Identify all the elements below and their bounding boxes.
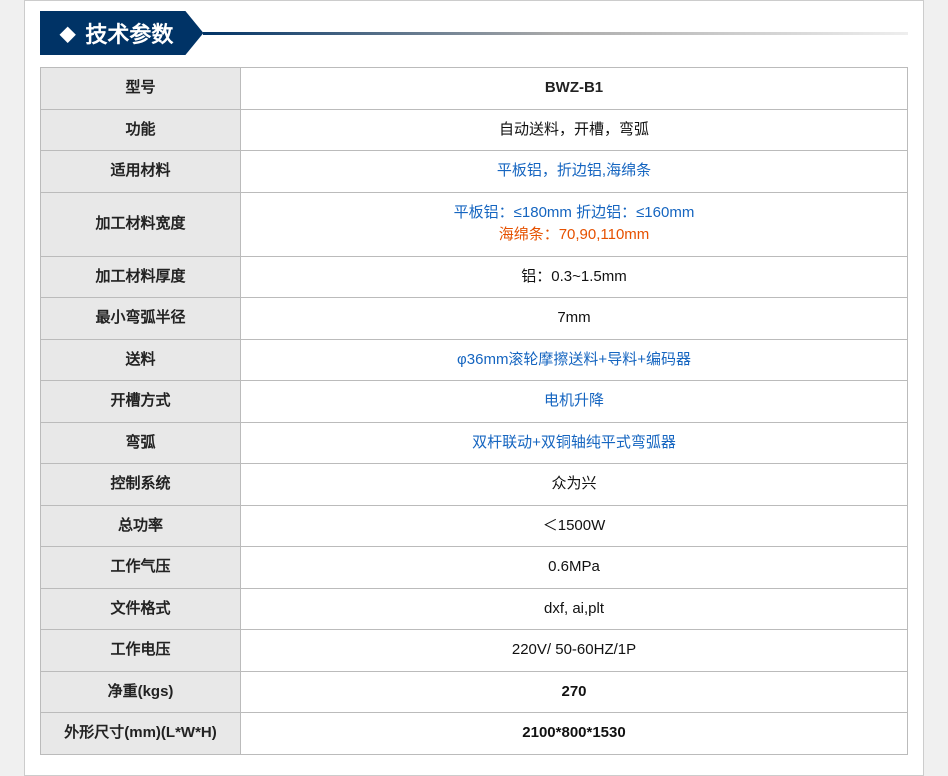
header-line — [203, 32, 908, 35]
table-row: 功能自动送料，开槽，弯弧 — [41, 109, 908, 151]
main-container: ◆ 技术参数 型号BWZ-B1功能自动送料，开槽，弯弧适用材料平板铝，折边铝,海… — [24, 0, 924, 776]
table-row: 最小弯弧半径7mm — [41, 298, 908, 340]
table-row: 净重(kgs)270 — [41, 671, 908, 713]
table-row: 型号BWZ-B1 — [41, 68, 908, 110]
row-label: 送料 — [41, 339, 241, 381]
row-label: 外形尺寸(mm)(L*W*H) — [41, 713, 241, 755]
table-row: 外形尺寸(mm)(L*W*H)2100*800*1530 — [41, 713, 908, 755]
row-label: 工作电压 — [41, 630, 241, 672]
table-row: 文件格式dxf, ai,plt — [41, 588, 908, 630]
row-value: 270 — [241, 671, 908, 713]
row-value: ＜1500W — [241, 505, 908, 547]
title-icon: ◆ — [60, 21, 75, 46]
row-value: 双杆联动+双铜轴纯平式弯弧器 — [241, 422, 908, 464]
row-value: BWZ-B1 — [241, 68, 908, 110]
table-row: 控制系统众为兴 — [41, 464, 908, 506]
specs-table: 型号BWZ-B1功能自动送料，开槽，弯弧适用材料平板铝，折边铝,海绵条加工材料宽… — [40, 67, 908, 755]
row-label: 开槽方式 — [41, 381, 241, 423]
row-value: 7mm — [241, 298, 908, 340]
table-row: 总功率＜1500W — [41, 505, 908, 547]
table-row: 工作气压0.6MPa — [41, 547, 908, 589]
row-label: 功能 — [41, 109, 241, 151]
row-value: 铝：0.3~1.5mm — [241, 256, 908, 298]
table-row: 适用材料平板铝，折边铝,海绵条 — [41, 151, 908, 193]
table-row: 加工材料厚度铝：0.3~1.5mm — [41, 256, 908, 298]
row-value: dxf, ai,plt — [241, 588, 908, 630]
row-value: 电机升降 — [241, 381, 908, 423]
row-value: 众为兴 — [241, 464, 908, 506]
row-label: 加工材料厚度 — [41, 256, 241, 298]
title-banner: ◆ 技术参数 — [40, 11, 203, 55]
table-row: 加工材料宽度平板铝：≤180mm 折边铝：≤160mm海绵条：70,90,110… — [41, 192, 908, 256]
row-value: 平板铝，折边铝,海绵条 — [241, 151, 908, 193]
row-label: 型号 — [41, 68, 241, 110]
row-label: 适用材料 — [41, 151, 241, 193]
row-value: 自动送料，开槽，弯弧 — [241, 109, 908, 151]
table-row: 开槽方式电机升降 — [41, 381, 908, 423]
row-value: 220V/ 50-60HZ/1P — [241, 630, 908, 672]
row-value: 0.6MPa — [241, 547, 908, 589]
row-value: 2100*800*1530 — [241, 713, 908, 755]
row-label: 弯弧 — [41, 422, 241, 464]
row-label: 工作气压 — [41, 547, 241, 589]
table-row: 弯弧双杆联动+双铜轴纯平式弯弧器 — [41, 422, 908, 464]
row-value: φ36mm滚轮摩擦送料+导料+编码器 — [241, 339, 908, 381]
table-row: 送料φ36mm滚轮摩擦送料+导料+编码器 — [41, 339, 908, 381]
table-row: 工作电压220V/ 50-60HZ/1P — [41, 630, 908, 672]
row-label: 最小弯弧半径 — [41, 298, 241, 340]
row-label: 控制系统 — [41, 464, 241, 506]
row-label: 加工材料宽度 — [41, 192, 241, 256]
row-value: 平板铝：≤180mm 折边铝：≤160mm海绵条：70,90,110mm — [241, 192, 908, 256]
row-label: 总功率 — [41, 505, 241, 547]
row-label: 净重(kgs) — [41, 671, 241, 713]
row-label: 文件格式 — [41, 588, 241, 630]
page-title: 技术参数 — [85, 17, 173, 49]
header-row: ◆ 技术参数 — [40, 11, 908, 55]
